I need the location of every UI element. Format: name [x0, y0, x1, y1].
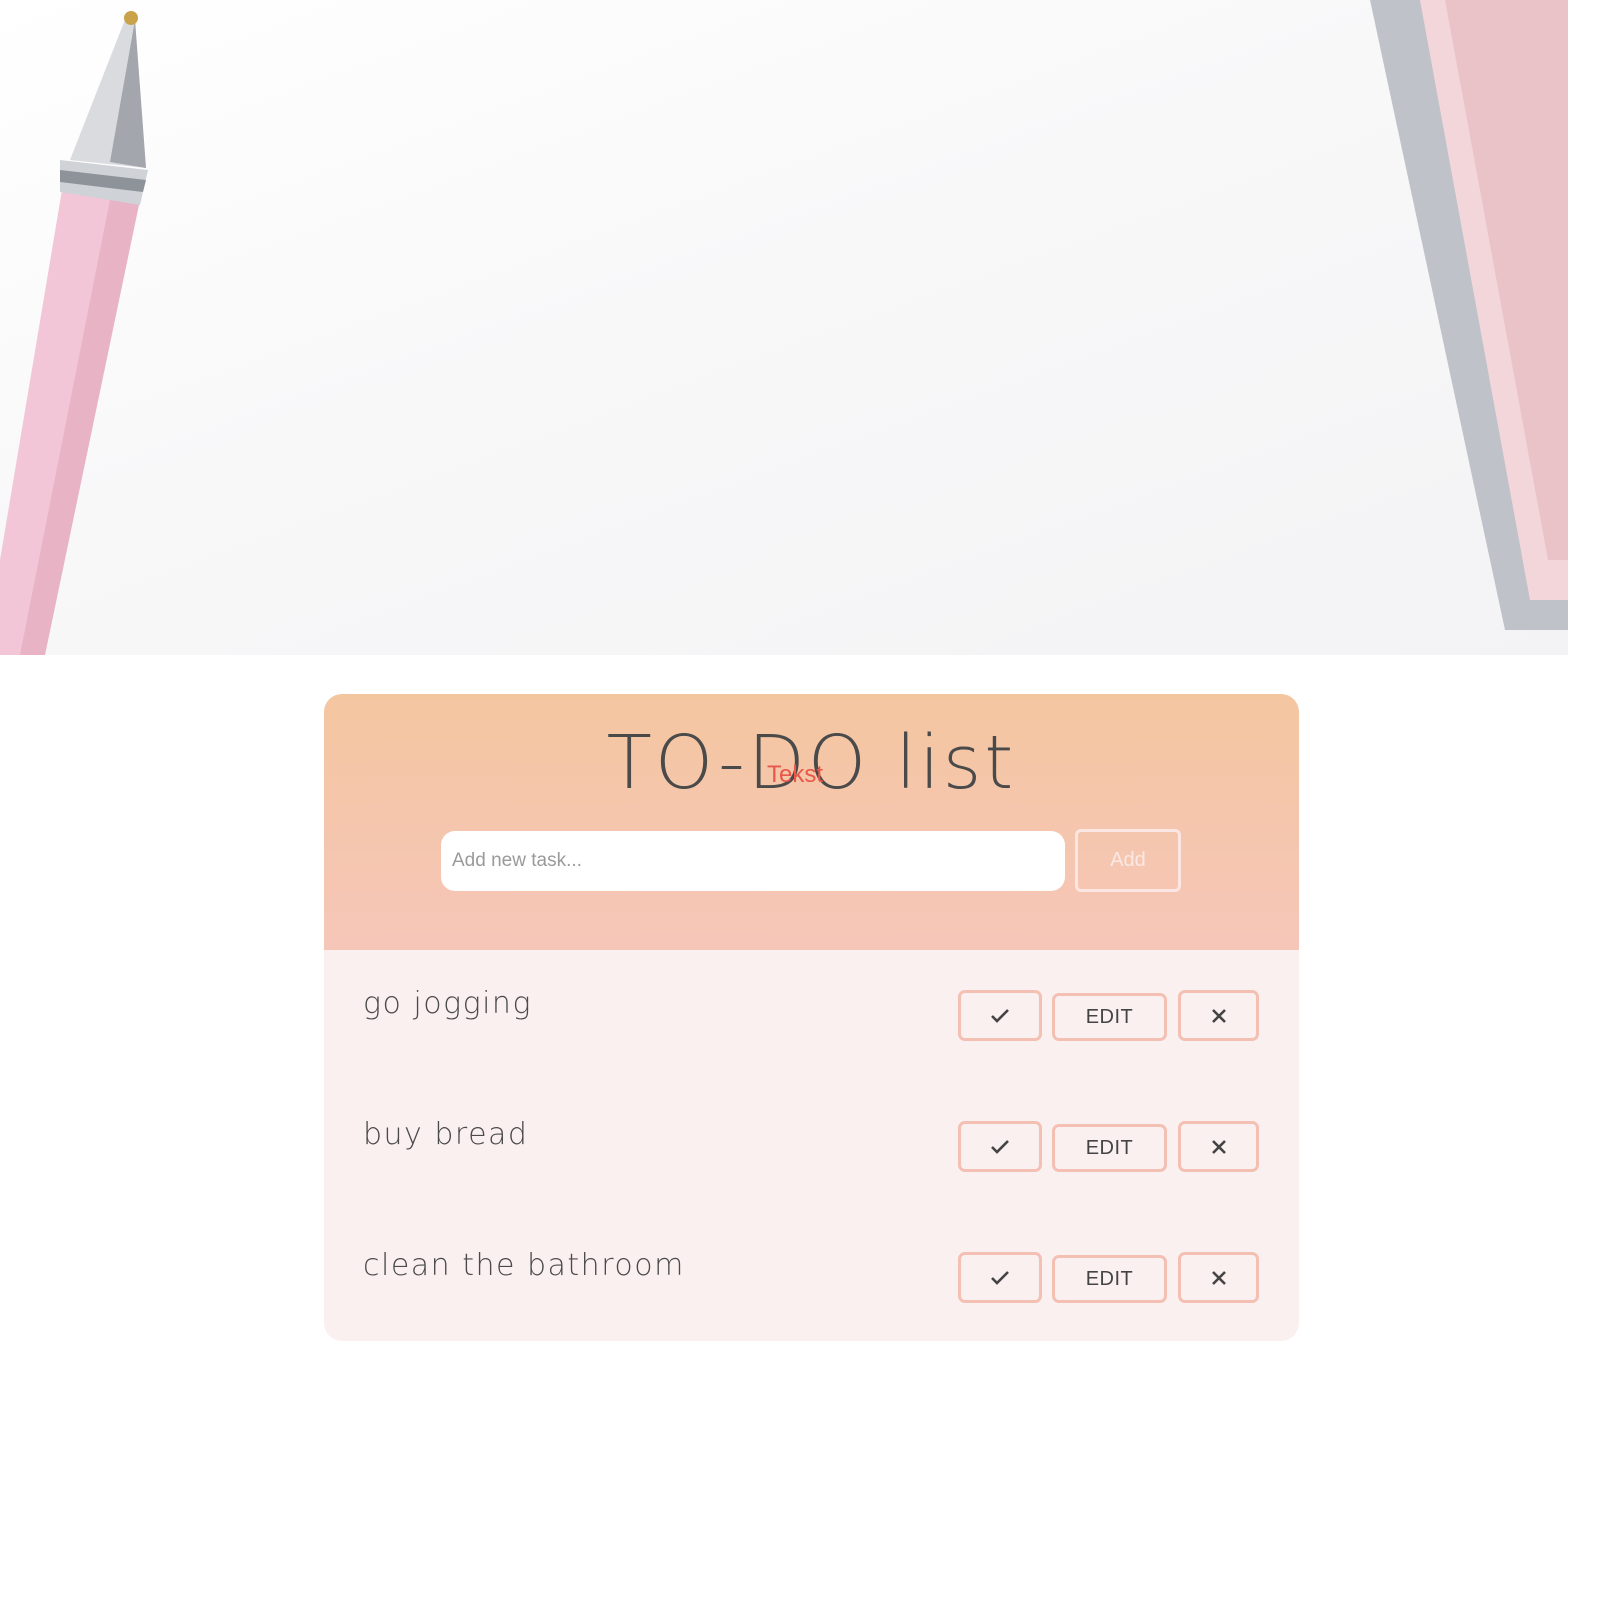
delete-button[interactable]: [1178, 990, 1259, 1041]
pen-and-notebook-photo: [0, 0, 1568, 655]
new-task-input[interactable]: [441, 831, 1065, 891]
edit-button[interactable]: EDIT: [1052, 1124, 1167, 1172]
add-task-button[interactable]: Add: [1075, 829, 1181, 892]
task-row: go jogging EDIT: [324, 950, 1299, 1081]
check-icon: [991, 1008, 1009, 1023]
complete-button[interactable]: [958, 1252, 1042, 1303]
todo-header: TO-DO list Tekst Add: [324, 694, 1299, 950]
delete-button[interactable]: [1178, 1121, 1259, 1172]
overlay-label: Tekst: [767, 761, 824, 788]
close-icon: [1211, 1139, 1226, 1154]
delete-button[interactable]: [1178, 1252, 1259, 1303]
check-icon: [991, 1139, 1009, 1154]
pen-ball: [124, 11, 138, 25]
check-icon: [991, 1270, 1009, 1285]
todo-card: TO-DO list Tekst Add go jogging EDIT buy…: [324, 694, 1299, 1341]
task-text: buy bread: [363, 1117, 529, 1152]
task-text: clean the bathroom: [363, 1248, 685, 1283]
task-row: clean the bathroom EDIT: [324, 1212, 1299, 1341]
hero-image: [0, 0, 1568, 655]
edit-button[interactable]: EDIT: [1052, 993, 1167, 1041]
task-text: go jogging: [363, 986, 532, 1021]
task-list: go jogging EDIT buy bread EDIT clean the…: [324, 950, 1299, 1341]
complete-button[interactable]: [958, 1121, 1042, 1172]
edit-button[interactable]: EDIT: [1052, 1255, 1167, 1303]
complete-button[interactable]: [958, 990, 1042, 1041]
close-icon: [1211, 1270, 1226, 1285]
task-row: buy bread EDIT: [324, 1081, 1299, 1212]
close-icon: [1211, 1008, 1226, 1023]
